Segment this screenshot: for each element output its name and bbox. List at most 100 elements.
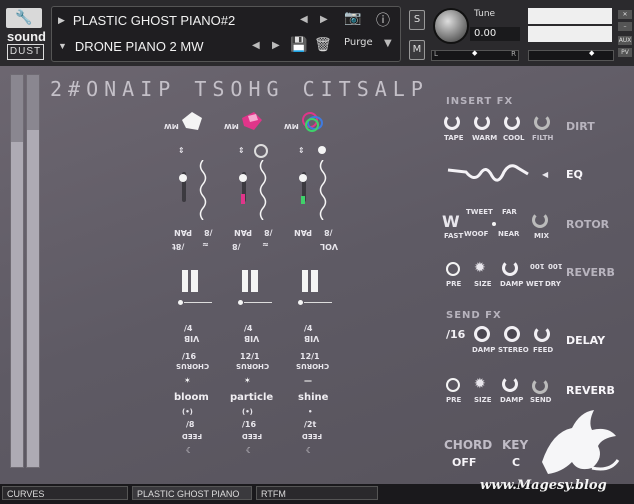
mod-slider-track[interactable] (304, 302, 332, 303)
step-block-icon[interactable] (182, 270, 202, 292)
mod-slider-track[interactable] (244, 302, 272, 303)
save-icon[interactable]: 💾 (290, 37, 307, 53)
chorus-value[interactable]: 12/1 (300, 352, 320, 361)
volume-handle-icon[interactable]: ◆ (589, 49, 594, 57)
camera-icon[interactable]: 📷 (344, 10, 361, 26)
rotor-speed-switch[interactable] (492, 222, 496, 226)
tab-plastic-ghost-piano[interactable]: PLASTIC GHOST PIANO (132, 486, 252, 500)
prev-instrument-arrow-icon[interactable]: ◀ (300, 14, 308, 25)
rotor-mix-knob[interactable] (532, 212, 548, 228)
dropdown-triangle-icon[interactable]: ▼ (58, 41, 67, 51)
rotor-fast-icon[interactable]: W (442, 212, 460, 231)
layer-dot[interactable] (318, 146, 326, 154)
instrument-row[interactable]: ▶ PLASTIC GHOST PIANO#2 (58, 9, 235, 31)
chord-value[interactable]: OFF (452, 456, 476, 469)
delete-icon[interactable]: 🗑 (314, 37, 332, 53)
key-value[interactable]: C (512, 456, 520, 469)
chorus-value[interactable]: /16 (182, 352, 196, 361)
dirt-filth-label: FILTH (532, 134, 554, 142)
tune-value[interactable]: 0.00 (470, 27, 520, 41)
wrench-icon[interactable]: 🔧 (6, 8, 42, 28)
sync-icon[interactable]: (•) (182, 408, 193, 416)
snapshot-name[interactable]: DRONE PIANO 2 MW (75, 39, 204, 54)
eq-arrow-icon[interactable]: ◀ (542, 170, 548, 179)
feed-value[interactable]: /16 (242, 420, 256, 429)
feed-knob-icon[interactable]: ☾ (306, 446, 313, 455)
collapse-icon[interactable]: – (618, 22, 632, 31)
reverb-pre-knob[interactable] (446, 262, 460, 276)
layer-up-down-icon[interactable]: ⇕ (178, 146, 185, 155)
dirt-warm-label: WARM (472, 134, 498, 142)
delay-damp-knob[interactable] (474, 326, 490, 342)
mute-button[interactable]: M (409, 40, 425, 60)
send-reverb-send-knob[interactable] (532, 378, 548, 394)
purge-menu[interactable]: Purge (344, 37, 373, 48)
delay-fx-toggle[interactable]: DELAY (566, 334, 605, 347)
dirt-fx-toggle[interactable]: DIRT (566, 120, 595, 133)
layer-icon-shine[interactable] (300, 110, 326, 134)
dirt-warm-knob[interactable] (474, 114, 490, 130)
chorus-value[interactable]: 12/1 (240, 352, 260, 361)
dirt-filth-knob[interactable] (534, 114, 550, 130)
sync-icon[interactable]: (•) (242, 408, 253, 416)
instrument-name[interactable]: PLASTIC GHOST PIANO#2 (73, 13, 235, 28)
mod-slider-track[interactable] (184, 302, 212, 303)
step-block-icon[interactable] (242, 270, 262, 292)
pan-slider[interactable]: L ◆ R (431, 49, 519, 61)
send-reverb-pre-knob[interactable] (446, 378, 460, 392)
purge-dropdown-icon[interactable]: ▼ (384, 38, 392, 49)
reverb-damp-knob[interactable] (502, 260, 518, 276)
rotor-fx-toggle[interactable]: ROTOR (566, 218, 609, 231)
solo-button[interactable]: S (409, 10, 425, 30)
mod-slider-handle[interactable] (238, 300, 243, 305)
delay-stereo-knob[interactable] (504, 326, 520, 342)
tab-rtfm[interactable]: RTFM (256, 486, 378, 500)
aux-button[interactable]: AUX (618, 36, 632, 45)
feed-value[interactable]: /2t (304, 420, 316, 429)
vib-value[interactable]: /4 (184, 324, 193, 333)
pan-handle-icon[interactable]: ◆ (472, 49, 477, 57)
send-reverb-fx-toggle[interactable]: REVERB (566, 384, 615, 397)
layer-name: particle (230, 392, 274, 403)
next-snapshot-arrow-icon[interactable]: ▶ (272, 40, 280, 51)
delay-feed-knob[interactable] (534, 326, 550, 342)
reverb-dry-value[interactable]: 100 (548, 262, 563, 270)
prev-snapshot-arrow-icon[interactable]: ◀ (252, 40, 260, 51)
mod-slider-handle[interactable] (298, 300, 303, 305)
layer-up-down-icon[interactable]: ⇕ (238, 146, 245, 155)
dirt-cool-knob[interactable] (504, 114, 520, 130)
feed-knob-icon[interactable]: ☾ (186, 446, 193, 455)
expand-triangle-icon[interactable]: ▶ (58, 15, 65, 26)
pv-button[interactable]: PV (618, 48, 632, 57)
feed-value[interactable]: /8 (186, 420, 195, 429)
pan-slider-handle[interactable] (239, 174, 247, 182)
layer-icon-particle[interactable] (240, 110, 264, 132)
step-block-icon[interactable] (302, 270, 322, 292)
pan-slider-handle[interactable] (299, 174, 307, 182)
layer-knob[interactable] (254, 144, 268, 158)
close-icon[interactable]: ✕ (618, 10, 632, 19)
pan-slider-handle[interactable] (179, 174, 187, 182)
vib-value[interactable]: /4 (244, 324, 253, 333)
tune-knob[interactable] (433, 8, 469, 44)
eq-fx-toggle[interactable]: EQ (566, 168, 583, 181)
reverb-size-knob[interactable]: ✹ (474, 260, 486, 276)
mod-slider-handle[interactable] (178, 300, 183, 305)
sync-icon[interactable]: • (308, 408, 312, 416)
tab-curves[interactable]: CURVES (2, 486, 128, 500)
vib-value[interactable]: /4 (304, 324, 313, 333)
volume-slider[interactable]: ◆ (528, 49, 614, 61)
reverb-wet-value[interactable]: 100 (530, 262, 545, 270)
info-icon[interactable]: ⓘ (376, 10, 390, 30)
send-reverb-damp-knob[interactable] (502, 376, 518, 392)
reverb-insert-fx-toggle[interactable]: REVERB (566, 266, 615, 279)
delay-time-value[interactable]: /16 (446, 328, 465, 341)
layer-up-down-icon[interactable]: ⇕ (298, 146, 305, 155)
layer-icon-bloom[interactable] (180, 110, 204, 132)
feed-knob-icon[interactable]: ☾ (246, 446, 253, 455)
snapshot-row[interactable]: ▼ DRONE PIANO 2 MW (58, 35, 204, 57)
dirt-tape-knob[interactable] (444, 114, 460, 130)
next-instrument-arrow-icon[interactable]: ▶ (320, 14, 328, 25)
eq-curve-graph[interactable] (446, 160, 530, 190)
send-reverb-size-knob[interactable]: ✹ (474, 376, 486, 392)
